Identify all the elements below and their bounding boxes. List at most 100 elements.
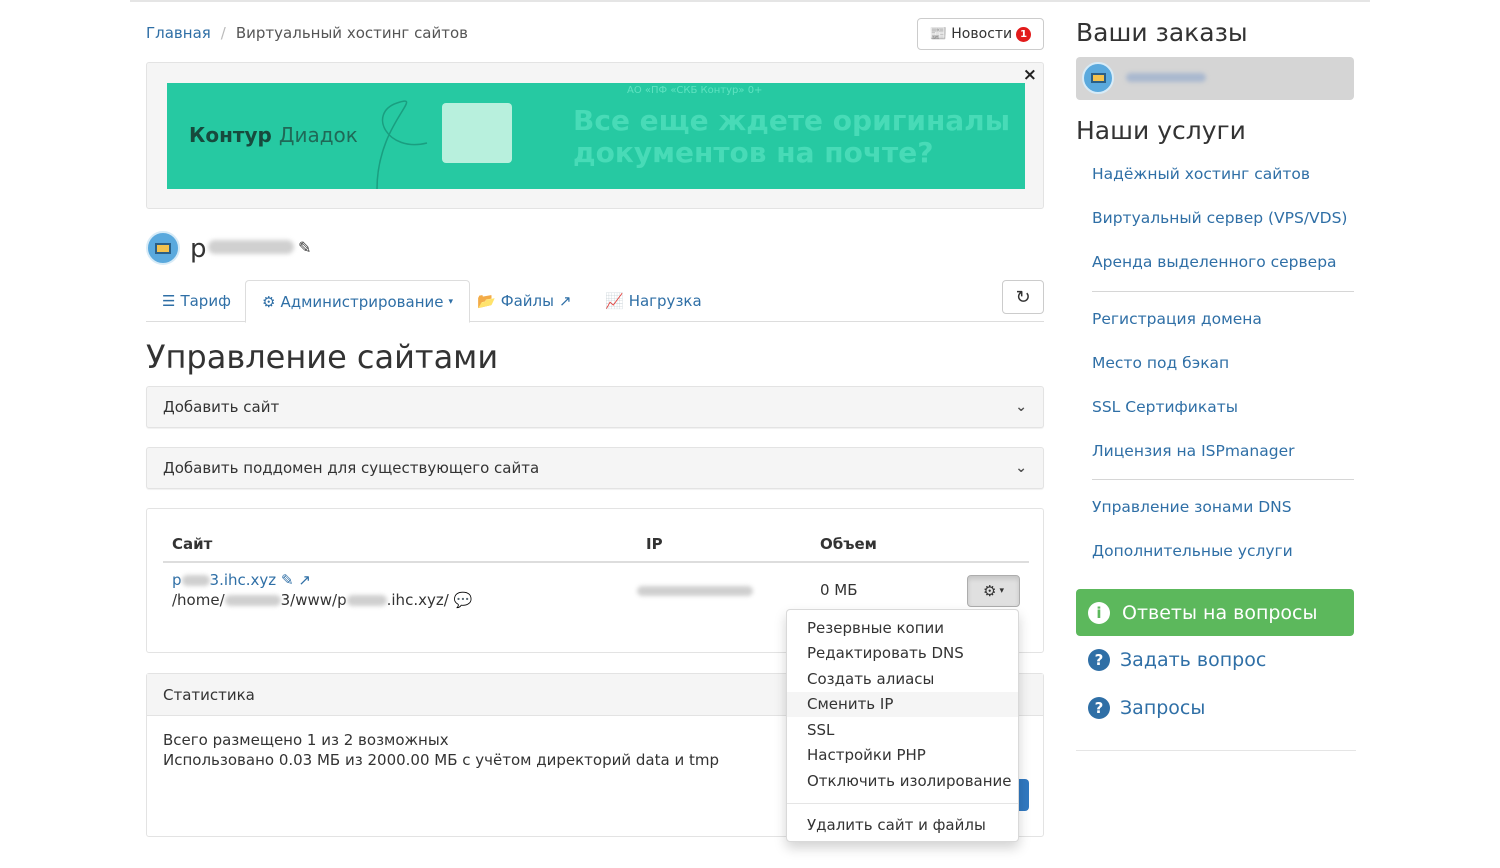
question-icon: ?	[1088, 649, 1110, 671]
service-link-dns[interactable]: Управление зонами DNS	[1092, 498, 1292, 516]
site-actions-button[interactable]: ⚙ ▾	[967, 575, 1020, 607]
header-divider	[163, 561, 1029, 563]
caret-down-icon: ▾	[448, 296, 454, 307]
ask-question-label: Задать вопрос	[1120, 649, 1267, 671]
service-link-ssl[interactable]: SSL Сертификаты	[1092, 398, 1238, 416]
refresh-button[interactable]: ↻	[1002, 280, 1044, 314]
stats-disk-usage: Использовано 0.03 МБ из 2000.00 МБ с учё…	[163, 751, 719, 769]
service-link-ispmanager[interactable]: Лицензия на ISPmanager	[1092, 442, 1295, 460]
column-header-size: Объем	[820, 535, 877, 553]
add-site-panel[interactable]: Добавить сайт ⌄	[146, 386, 1044, 428]
order-avatar	[1082, 62, 1114, 94]
service-link-dedicated[interactable]: Аренда выделенного сервера	[1092, 253, 1337, 271]
monitor-icon	[155, 242, 171, 254]
column-header-site: Сайт	[172, 535, 213, 553]
close-icon[interactable]: ×	[1023, 65, 1037, 85]
pencil-icon[interactable]: ✎	[298, 238, 311, 257]
add-subdomain-label: Добавить поддомен для существующего сайт…	[163, 459, 540, 477]
newspaper-icon: 📰	[929, 26, 948, 42]
news-button[interactable]: 📰 Новости 1	[917, 18, 1044, 50]
order-item[interactable]	[1076, 57, 1354, 100]
tab-load-label: Нагрузка	[628, 292, 702, 310]
tab-admin[interactable]: ⚙ Администрирование ▾	[245, 280, 471, 323]
gear-icon: ⚙	[262, 292, 276, 311]
site-name-suffix: 3.ihc.xyz	[209, 571, 277, 589]
path-part: /home/	[172, 591, 225, 609]
service-link-extra[interactable]: Дополнительные услуги	[1092, 542, 1293, 560]
site-size: 0 МБ	[820, 581, 858, 599]
question-icon: ?	[1088, 697, 1110, 719]
service-link-backup[interactable]: Место под бэкап	[1092, 354, 1229, 372]
menu-item-ssl[interactable]: SSL	[787, 717, 1018, 743]
services-divider	[1092, 479, 1354, 480]
folder-icon: 📂	[477, 292, 496, 310]
stats-sites-count: Всего размещено 1 из 2 возможных	[163, 731, 449, 749]
menu-item-backups[interactable]: Резервные копии	[787, 615, 1018, 641]
orders-heading: Ваши заказы	[1076, 18, 1248, 47]
breadcrumb-separator: /	[220, 24, 226, 42]
pencil-icon[interactable]: ✎	[281, 571, 294, 589]
external-link-icon: ↗	[558, 292, 572, 310]
redacted-text	[346, 595, 387, 606]
site-path: /home/3/www/p .ihc.xyz/ 💬	[172, 591, 472, 609]
refresh-icon: ↻	[1015, 286, 1031, 308]
menu-item-php-settings[interactable]: Настройки PHP	[787, 743, 1018, 769]
account-name: p	[190, 234, 207, 264]
caret-down-icon: ▾	[999, 586, 1004, 596]
tab-load[interactable]: 📈 Нагрузка	[605, 280, 702, 322]
tab-bar: ☰ Тариф ⚙ Администрирование ▾ 📂 Файлы ↗ …	[146, 280, 1044, 323]
faq-label: Ответы на вопросы	[1122, 601, 1318, 624]
area-chart-icon: 📈	[605, 292, 624, 310]
menu-item-edit-dns[interactable]: Редактировать DNS	[787, 641, 1018, 667]
banner-logo: Контур Диадок	[189, 123, 358, 147]
sidebar-bottom-divider	[1076, 750, 1356, 751]
requests-label: Запросы	[1120, 697, 1206, 719]
ask-question-link[interactable]: ? Задать вопрос	[1088, 649, 1266, 671]
service-link-vps[interactable]: Виртуальный сервер (VPS/VDS)	[1092, 209, 1347, 227]
order-name-redacted	[1126, 73, 1206, 82]
services-divider	[1092, 291, 1354, 292]
ad-banner[interactable]: Контур Диадок АО «ПФ «СКБ Контур» 0+ Все…	[167, 83, 1025, 189]
column-header-ip: IP	[646, 535, 663, 553]
breadcrumb: Главная / Виртуальный хостинг сайтов	[146, 24, 468, 42]
services-heading: Наши услуги	[1076, 116, 1246, 145]
info-icon: i	[1088, 601, 1110, 624]
external-link-icon[interactable]: ↗	[298, 571, 311, 589]
menu-divider	[787, 802, 1018, 804]
tab-admin-label: Администрирование	[280, 292, 444, 311]
banner-legal-text: АО «ПФ «СКБ Контур» 0+	[627, 85, 763, 96]
add-site-label: Добавить сайт	[163, 398, 280, 416]
site-link[interactable]: p 3.ihc.xyz ✎ ↗	[172, 571, 311, 589]
account-name-redacted	[208, 240, 294, 254]
news-label: Новости	[951, 26, 1013, 42]
tab-files[interactable]: 📂 Файлы ↗	[477, 280, 572, 322]
add-subdomain-panel[interactable]: Добавить поддомен для существующего сайт…	[146, 447, 1044, 489]
gear-icon: ⚙	[983, 582, 997, 600]
page-title: Управление сайтами	[146, 338, 499, 376]
banner-logo-main: Контур	[189, 123, 272, 147]
service-link-hosting[interactable]: Надёжный хостинг сайтов	[1092, 165, 1310, 183]
ip-redacted	[637, 586, 753, 596]
chevron-down-icon: ⌄	[1015, 399, 1027, 415]
site-actions-menu: Резервные копии Редактировать DNS Создат…	[786, 609, 1019, 842]
tab-files-label: Файлы	[500, 292, 554, 310]
stats-action-button[interactable]	[1019, 779, 1029, 811]
redacted-text	[224, 595, 281, 606]
ad-container: × Контур Диадок АО «ПФ «СКБ Контур» 0+ В…	[146, 62, 1044, 209]
banner-logo-sub: Диадок	[278, 123, 358, 147]
menu-item-change-ip[interactable]: Сменить IP	[787, 691, 1018, 717]
menu-item-disable-isolation[interactable]: Отключить изолирование	[787, 768, 1018, 794]
menu-item-create-aliases[interactable]: Создать алиасы	[787, 666, 1018, 692]
top-border	[130, 0, 1370, 2]
requests-link[interactable]: ? Запросы	[1088, 697, 1205, 719]
menu-item-delete-site[interactable]: Удалить сайт и файлы	[787, 813, 1018, 839]
breadcrumb-home-link[interactable]: Главная	[146, 24, 211, 42]
account-avatar	[146, 231, 180, 265]
service-link-domain[interactable]: Регистрация домена	[1092, 310, 1262, 328]
comment-icon[interactable]: 💬	[454, 591, 473, 609]
news-count-badge: 1	[1016, 26, 1032, 42]
banner-headline: Все еще ждете оригиналы документов на по…	[573, 104, 1011, 169]
path-part: .ihc.xyz/	[386, 591, 449, 609]
tab-tariff[interactable]: ☰ Тариф	[162, 280, 231, 322]
faq-button[interactable]: i Ответы на вопросы	[1076, 589, 1354, 636]
